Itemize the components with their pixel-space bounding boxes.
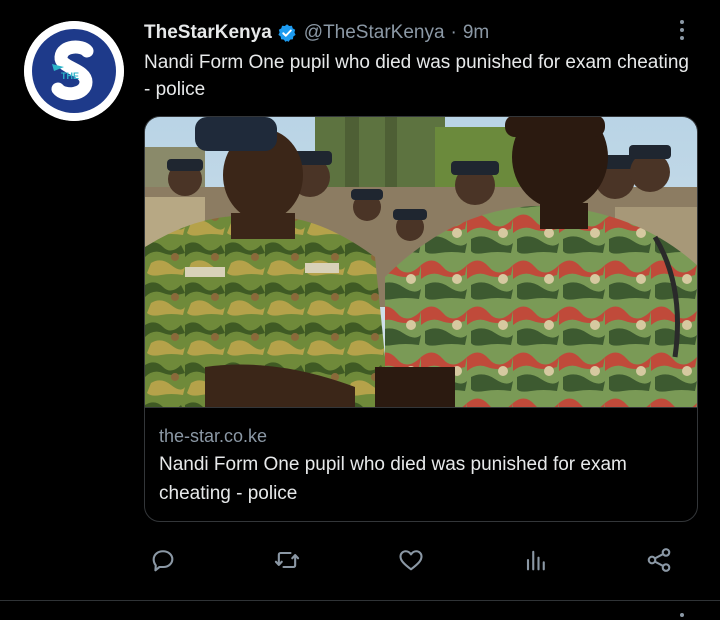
svg-text:THE: THE [61, 71, 79, 81]
tweet-divider [0, 600, 720, 601]
heart-icon [399, 550, 423, 571]
card-title: Nandi Form One pupil who died was punish… [159, 454, 627, 504]
card-image[interactable] [145, 117, 697, 407]
retweet-icon [274, 551, 300, 569]
views-icon [526, 550, 545, 571]
card-meta[interactable]: the-star.co.ke Nandi Form One pupil who … [145, 407, 697, 521]
display-name[interactable]: TheStarKenya [144, 22, 272, 44]
next-tweet-more-icon[interactable] [680, 613, 684, 617]
handle[interactable]: @TheStarKenya [304, 22, 445, 44]
avatar[interactable]: THE [24, 21, 124, 121]
verified-badge-icon [277, 23, 297, 43]
link-card[interactable]: the-star.co.ke Nandi Form One pupil who … [144, 116, 698, 522]
more-options-icon[interactable] [672, 17, 692, 43]
tweet-header: TheStarKenya @TheStarKenya · 9m [144, 20, 489, 46]
separator-dot: · [450, 22, 457, 43]
tweet-text: Nandi Form One pupil who died was punish… [144, 52, 689, 100]
timestamp[interactable]: 9m [463, 22, 489, 44]
like-button[interactable] [394, 543, 428, 577]
reply-icon [152, 550, 174, 572]
share-button[interactable] [642, 543, 676, 577]
reply-button[interactable] [146, 543, 180, 577]
thestar-logo-icon: THE [24, 21, 124, 121]
card-domain: the-star.co.ke [159, 426, 268, 446]
news-photo-icon [145, 117, 697, 407]
share-icon [647, 548, 671, 572]
tweet[interactable]: THE TheStarKenya @TheStarKenya · 9m Nand… [0, 0, 720, 600]
tweet-actions [146, 543, 676, 577]
views-button[interactable] [518, 543, 552, 577]
retweet-button[interactable] [270, 543, 304, 577]
